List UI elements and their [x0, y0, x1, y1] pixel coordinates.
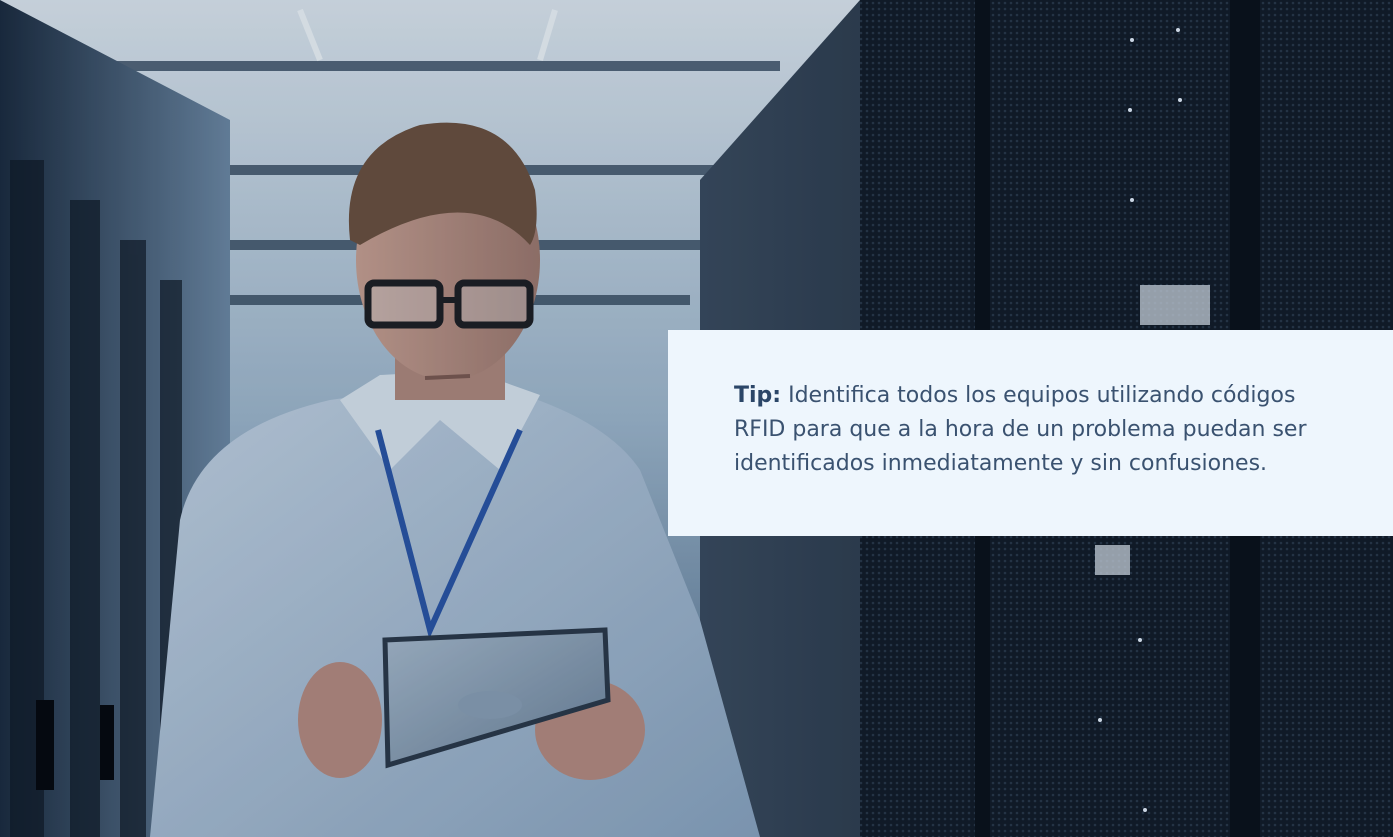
page: Tip: Identifica todos los equipos utiliz… [0, 0, 1393, 837]
tip-label: Tip: [734, 383, 782, 408]
tip-line-3: identificados inmediatamente y sin confu… [734, 451, 1268, 476]
tip-card: Tip: Identifica todos los equipos utiliz… [668, 330, 1393, 536]
tip-line-1: Identifica todos los equipos utilizando … [781, 383, 1296, 408]
tip-line-2: RFID para que a la hora de un problema p… [734, 417, 1307, 442]
tip-text: Tip: Identifica todos los equipos utiliz… [734, 379, 1393, 481]
